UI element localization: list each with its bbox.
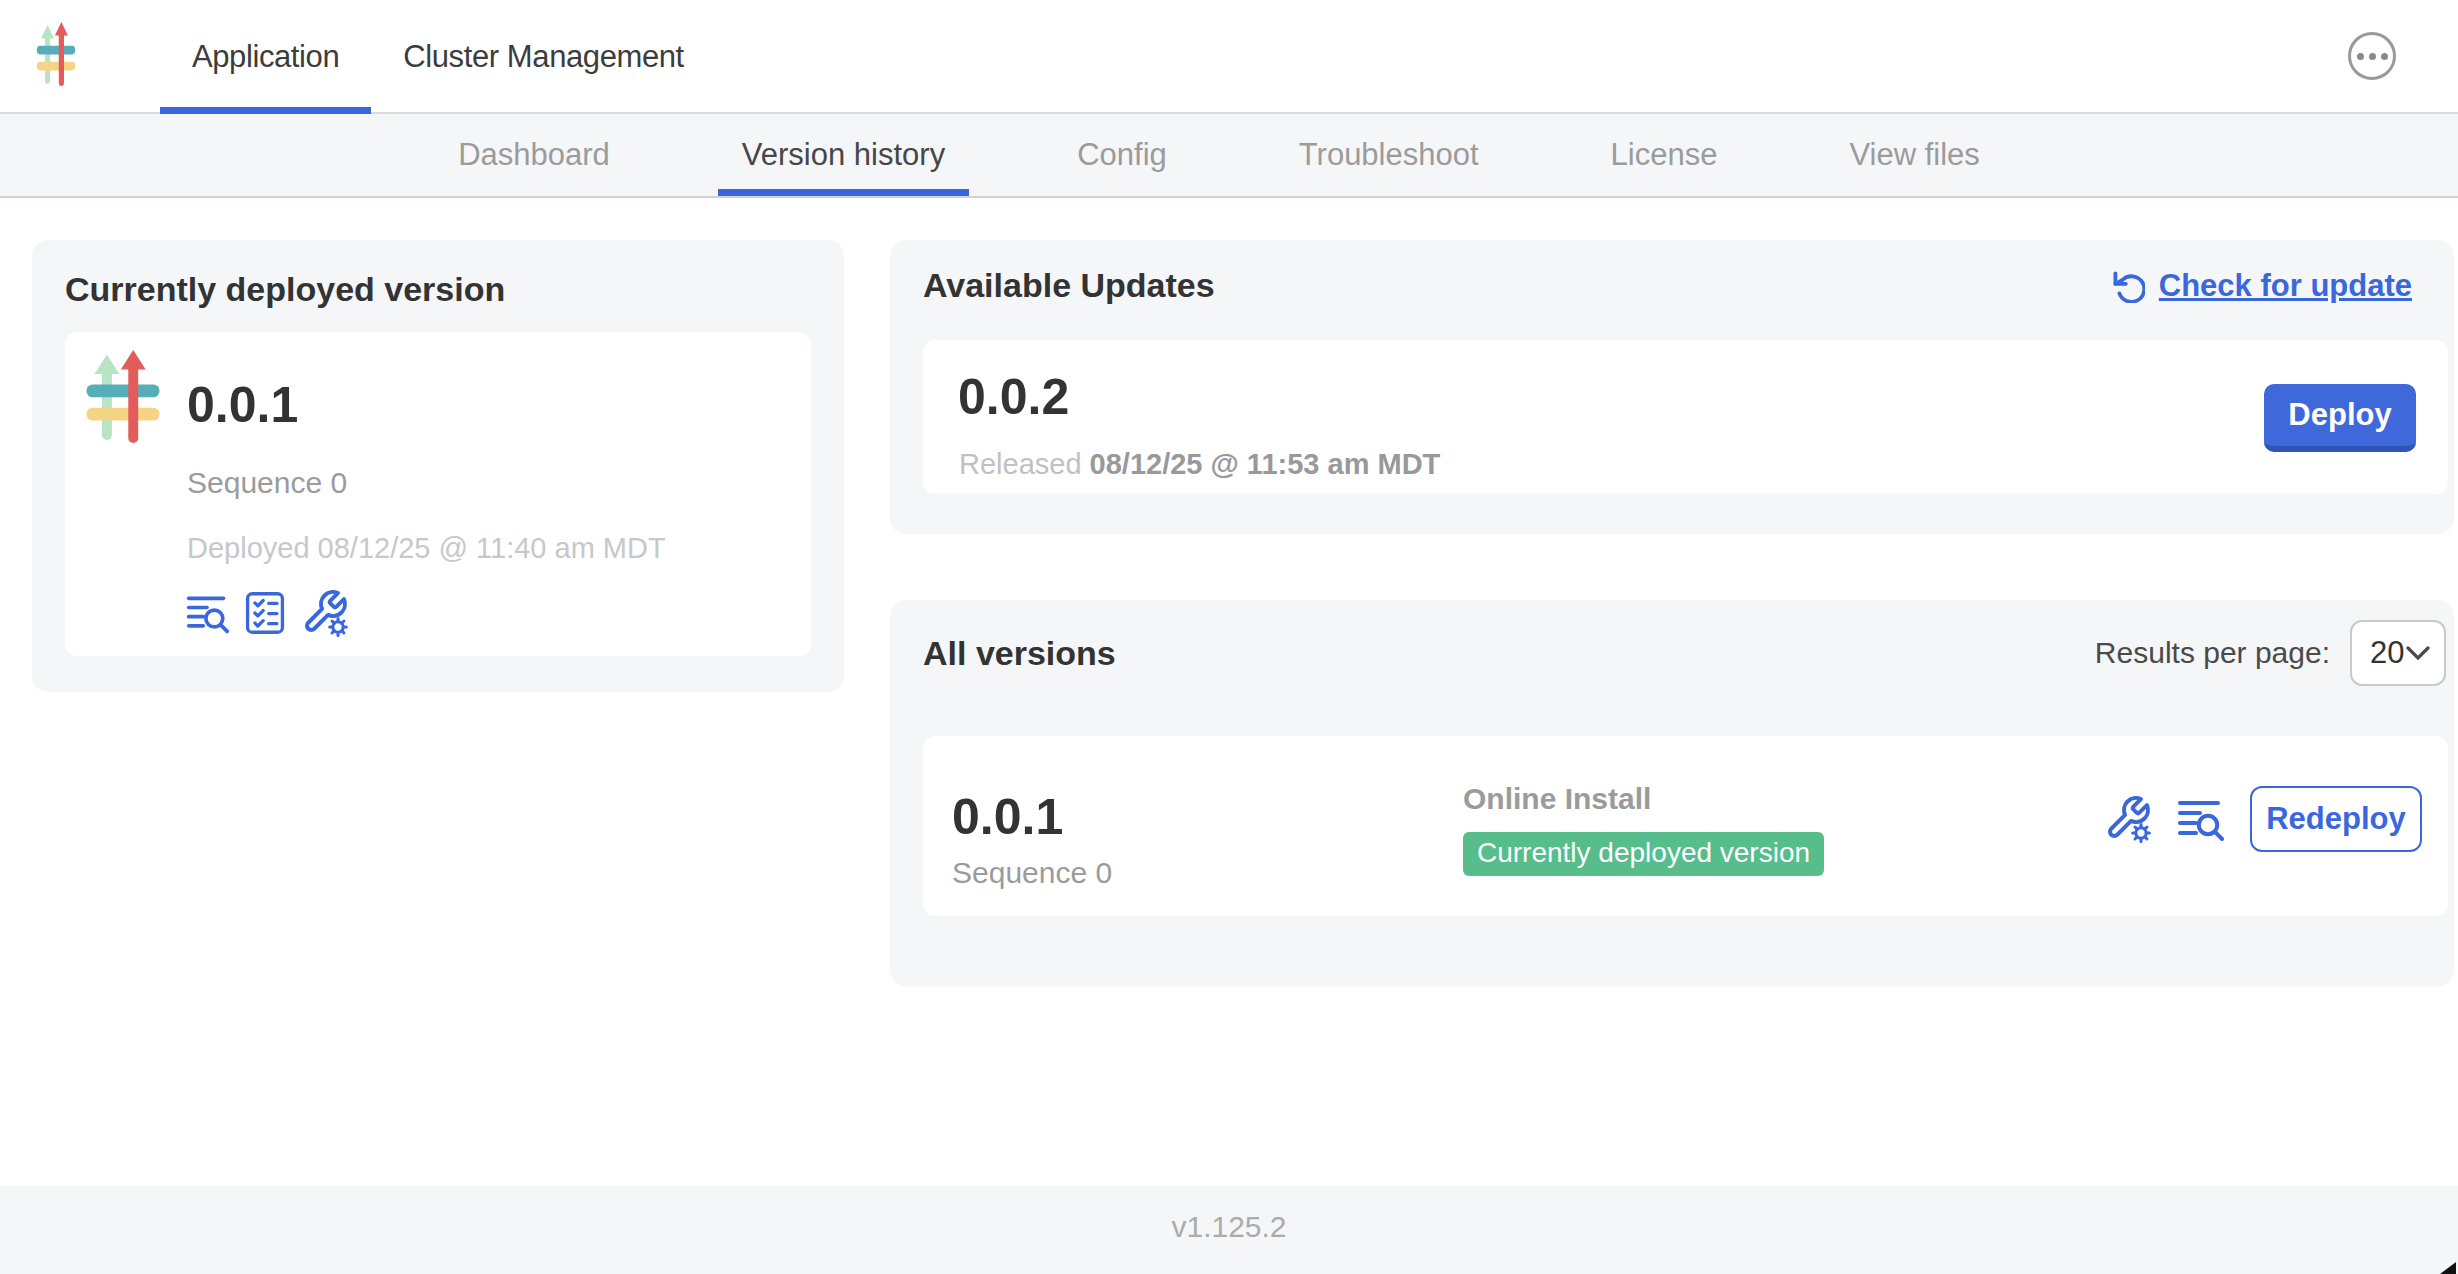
- install-type-label: Online Install: [1463, 782, 1824, 816]
- edit-config-icon[interactable]: [2104, 794, 2154, 844]
- deploy-button[interactable]: Deploy: [2264, 384, 2416, 452]
- currently-deployed-card: Currently deployed version 0.0.1 Sequenc…: [32, 240, 844, 692]
- currently-deployed-badge: Currently deployed version: [1463, 832, 1824, 876]
- preflight-checks-icon[interactable]: [243, 589, 287, 637]
- check-for-update-link[interactable]: Check for update: [2111, 268, 2412, 304]
- app-subnav: Dashboard Version history Config Trouble…: [0, 114, 2458, 198]
- available-updates-card: Available Updates Check for update 0.0.2…: [890, 240, 2454, 534]
- header-tabs: Application Cluster Management: [160, 0, 716, 114]
- tab-application[interactable]: Application: [160, 0, 371, 114]
- tab-dashboard[interactable]: Dashboard: [434, 114, 634, 196]
- refresh-icon: [2111, 269, 2145, 303]
- cursor-artifact: [2440, 1262, 2456, 1274]
- main-content: Currently deployed version 0.0.1 Sequenc…: [0, 198, 2458, 1186]
- diff-icon[interactable]: [185, 589, 229, 637]
- update-released-timestamp: Released 08/12/25 @ 11:53 am MDT: [959, 448, 1440, 481]
- row-sequence: Sequence 0: [952, 856, 1112, 890]
- currently-deployed-title: Currently deployed version: [65, 270, 505, 309]
- tab-troubleshoot[interactable]: Troubleshoot: [1275, 114, 1503, 196]
- currently-deployed-version-row: 0.0.1 Sequence 0 Deployed 08/12/25 @ 11:…: [65, 332, 811, 656]
- available-updates-title: Available Updates: [923, 266, 1215, 305]
- footer: v1.125.2: [0, 1186, 2458, 1274]
- results-per-page-select[interactable]: 20: [2350, 620, 2446, 686]
- tab-view-files[interactable]: View files: [1825, 114, 2003, 196]
- tab-version-history[interactable]: Version history: [718, 114, 969, 196]
- ellipsis-menu-button[interactable]: [2348, 32, 2396, 80]
- available-update-row: 0.0.2 Released 08/12/25 @ 11:53 am MDT D…: [923, 340, 2448, 494]
- redeploy-button[interactable]: Redeploy: [2250, 786, 2422, 852]
- view-config-icon[interactable]: [301, 588, 351, 638]
- tab-cluster-management[interactable]: Cluster Management: [371, 0, 716, 114]
- tab-config[interactable]: Config: [1053, 114, 1191, 196]
- results-per-page-label: Results per page:: [2095, 636, 2330, 670]
- tab-license[interactable]: License: [1587, 114, 1742, 196]
- all-versions-card: All versions Results per page: 20 0.0.1 …: [890, 600, 2454, 986]
- all-versions-title: All versions: [923, 634, 1116, 673]
- app-logo-icon: [36, 22, 76, 88]
- top-header: Application Cluster Management: [0, 0, 2458, 114]
- update-version-number: 0.0.2: [958, 368, 1069, 426]
- diff-icon[interactable]: [2176, 795, 2224, 843]
- chevron-down-icon: [2406, 644, 2430, 662]
- row-version-number: 0.0.1: [952, 788, 1063, 846]
- app-logo-icon: [85, 350, 161, 446]
- version-row: 0.0.1 Sequence 0 Online Install Currentl…: [923, 736, 2448, 916]
- deployed-sequence: Sequence 0: [187, 466, 347, 500]
- deployed-version-number: 0.0.1: [187, 376, 298, 434]
- console-version: v1.125.2: [1171, 1210, 1286, 1243]
- deployed-timestamp: Deployed 08/12/25 @ 11:40 am MDT: [187, 532, 666, 565]
